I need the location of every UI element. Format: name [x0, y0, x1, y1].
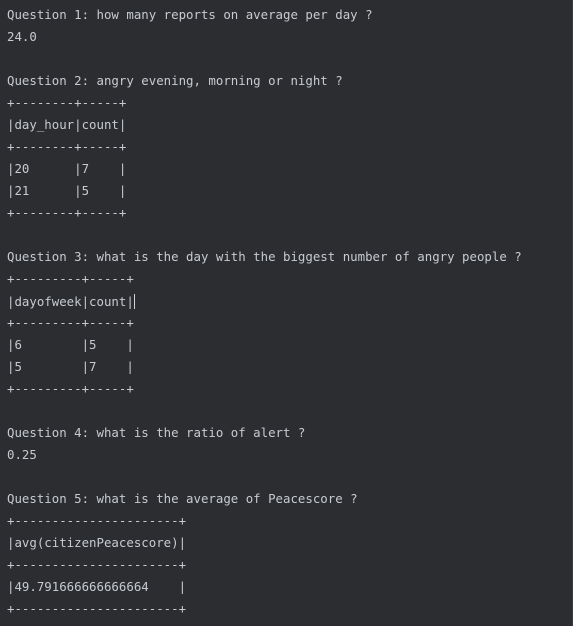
table-3-border-bottom: +----------------------+ — [7, 601, 187, 616]
question-3-line: Question 3: what is the day with the big… — [7, 249, 522, 264]
table-3-border-mid: +----------------------+ — [7, 557, 187, 572]
table-2-border-top: +---------+-----+ — [7, 271, 134, 286]
answer-4-line: 0.25 — [7, 447, 37, 462]
table-1-row: |21 |5 | — [7, 183, 127, 198]
table-2-header-row: |dayofweek|count| — [7, 293, 135, 309]
question-1-line: Question 1: how many reports on average … — [7, 7, 373, 22]
table-2-header-text: |dayofweek|count| — [7, 294, 134, 309]
question-2-line: Question 2: angry evening, morning or ni… — [7, 73, 343, 88]
table-2-border-bottom: +---------+-----+ — [7, 381, 134, 396]
question-5-line: Question 5: what is the average of Peace… — [7, 491, 358, 506]
table-1-border-bottom: +--------+-----+ — [7, 205, 127, 220]
table-1-border-mid: +--------+-----+ — [7, 139, 127, 154]
table-1-border-top: +--------+-----+ — [7, 95, 127, 110]
table-2-row: |6 |5 | — [7, 337, 134, 352]
console-output[interactable]: Question 1: how many reports on average … — [0, 0, 573, 626]
table-1-row: |20 |7 | — [7, 161, 127, 176]
table-2-row: |5 |7 | — [7, 359, 134, 374]
table-3-border-top: +----------------------+ — [7, 513, 187, 528]
table-3-header-row: |avg(citizenPeacescore)| — [7, 535, 187, 550]
table-2-border-mid: +---------+-----+ — [7, 315, 134, 330]
question-4-line: Question 4: what is the ratio of alert ? — [7, 425, 306, 440]
answer-1-line: 24.0 — [7, 29, 37, 44]
text-cursor — [133, 294, 135, 309]
table-1-header-row: |day_hour|count| — [7, 117, 127, 132]
table-3-row: |49.791666666666664 | — [7, 579, 187, 594]
